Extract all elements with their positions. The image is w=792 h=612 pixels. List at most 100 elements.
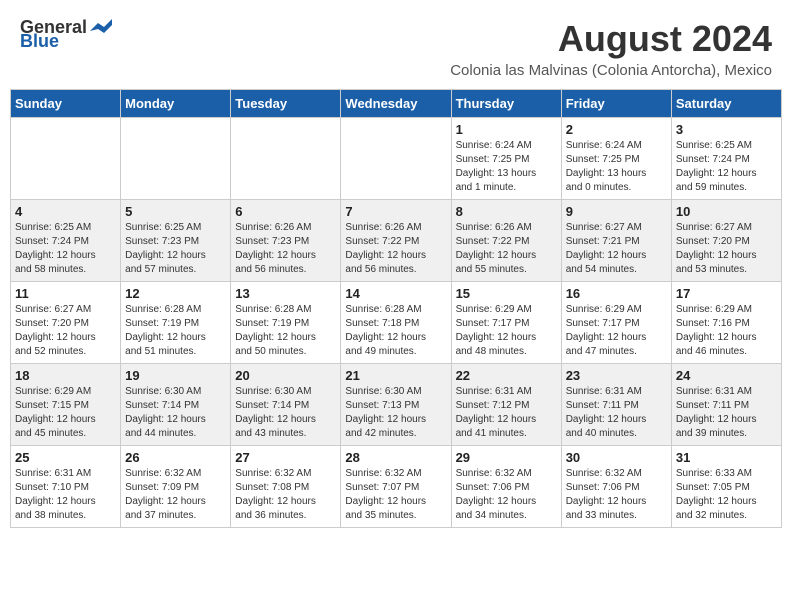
day-header-wednesday: Wednesday: [341, 90, 451, 118]
calendar-cell: 7 Sunrise: 6:26 AM Sunset: 7:22 PM Daylig…: [341, 200, 451, 282]
day-info: Sunrise: 6:28 AM Sunset: 7:18 PM Dayligh…: [345, 303, 446, 359]
calendar-cell: 24Sunrise: 6:31 AM Sunset: 7:11 PM Dayli…: [671, 364, 781, 446]
logo-bird-icon: [90, 19, 112, 35]
calendar-cell: 31 Sunrise: 6:33 AM Sunset: 7:05 PM Dayli…: [671, 446, 781, 528]
day-info: Sunrise: 6:31 AM Sunset: 7:10 PM Dayligh…: [15, 467, 116, 523]
day-info: Sunrise: 6:27 AM Sunset: 7:20 PM Dayligh…: [15, 303, 116, 359]
day-info: Sunrise: 6:27 AM Sunset: 7:21 PM Dayligh…: [566, 221, 667, 277]
calendar-cell: 8 Sunrise: 6:26 AM Sunset: 7:22 PM Daylig…: [451, 200, 561, 282]
day-number: 8: [456, 204, 557, 219]
day-number: 25: [15, 450, 116, 465]
day-info: Sunrise: 6:29 AM Sunset: 7:15 PM Dayligh…: [15, 385, 116, 441]
day-number: 28: [345, 450, 446, 465]
title-section: August 2024 Colonia las Malvinas (Coloni…: [450, 18, 772, 79]
day-info: Sunrise: 6:33 AM Sunset: 7:05 PM Dayligh…: [676, 467, 777, 523]
day-info: Sunrise: 6:31 AM Sunset: 7:11 PM Dayligh…: [566, 385, 667, 441]
day-number: 22: [456, 368, 557, 383]
calendar-cell: 4 Sunrise: 6:25 AM Sunset: 7:24 PM Daylig…: [11, 200, 121, 282]
day-number: 15: [456, 286, 557, 301]
calendar-week-row: 11 Sunrise: 6:27 AM Sunset: 7:20 PM Dayli…: [11, 282, 782, 364]
calendar-week-row: 1 Sunrise: 6:24 AM Sunset: 7:25 PM Daylig…: [11, 118, 782, 200]
day-info: Sunrise: 6:31 AM Sunset: 7:12 PM Dayligh…: [456, 385, 557, 441]
day-info: Sunrise: 6:32 AM Sunset: 7:06 PM Dayligh…: [456, 467, 557, 523]
day-info: Sunrise: 6:29 AM Sunset: 7:17 PM Dayligh…: [566, 303, 667, 359]
calendar-cell: 23 Sunrise: 6:31 AM Sunset: 7:11 PM Dayli…: [561, 364, 671, 446]
day-header-thursday: Thursday: [451, 90, 561, 118]
day-header-tuesday: Tuesday: [231, 90, 341, 118]
day-number: 2: [566, 122, 667, 137]
day-info: Sunrise: 6:25 AM Sunset: 7:23 PM Dayligh…: [125, 221, 226, 277]
day-number: 9: [566, 204, 667, 219]
logo: General Blue: [20, 18, 112, 50]
day-number: 7: [345, 204, 446, 219]
day-info: Sunrise: 6:32 AM Sunset: 7:06 PM Dayligh…: [566, 467, 667, 523]
calendar-cell: 25 Sunrise: 6:31 AM Sunset: 7:10 PM Dayli…: [11, 446, 121, 528]
day-number: 11: [15, 286, 116, 301]
calendar-cell: 10Sunrise: 6:27 AM Sunset: 7:20 PM Dayli…: [671, 200, 781, 282]
day-number: 23: [566, 368, 667, 383]
day-header-saturday: Saturday: [671, 90, 781, 118]
day-number: 21: [345, 368, 446, 383]
day-info: Sunrise: 6:24 AM Sunset: 7:25 PM Dayligh…: [456, 139, 557, 195]
day-number: 16: [566, 286, 667, 301]
day-header-sunday: Sunday: [11, 90, 121, 118]
day-header-friday: Friday: [561, 90, 671, 118]
calendar-cell: 12Sunrise: 6:28 AM Sunset: 7:19 PM Dayli…: [121, 282, 231, 364]
calendar-cell: 9 Sunrise: 6:27 AM Sunset: 7:21 PM Daylig…: [561, 200, 671, 282]
day-info: Sunrise: 6:26 AM Sunset: 7:22 PM Dayligh…: [345, 221, 446, 277]
day-number: 29: [456, 450, 557, 465]
day-header-monday: Monday: [121, 90, 231, 118]
calendar-week-row: 4 Sunrise: 6:25 AM Sunset: 7:24 PM Daylig…: [11, 200, 782, 282]
day-number: 12: [125, 286, 226, 301]
day-number: 19: [125, 368, 226, 383]
day-number: 1: [456, 122, 557, 137]
day-number: 14: [345, 286, 446, 301]
day-info: Sunrise: 6:30 AM Sunset: 7:13 PM Dayligh…: [345, 385, 446, 441]
day-number: 26: [125, 450, 226, 465]
calendar-cell: 22 Sunrise: 6:31 AM Sunset: 7:12 PM Dayli…: [451, 364, 561, 446]
calendar-cell: 30Sunrise: 6:32 AM Sunset: 7:06 PM Dayli…: [561, 446, 671, 528]
calendar-cell: 2 Sunrise: 6:24 AM Sunset: 7:25 PM Daylig…: [561, 118, 671, 200]
calendar-cell: 6 Sunrise: 6:26 AM Sunset: 7:23 PM Daylig…: [231, 200, 341, 282]
calendar-cell: 14 Sunrise: 6:28 AM Sunset: 7:18 PM Dayli…: [341, 282, 451, 364]
day-number: 27: [235, 450, 336, 465]
calendar-header-row: SundayMondayTuesdayWednesdayThursdayFrid…: [11, 90, 782, 118]
calendar-table: SundayMondayTuesdayWednesdayThursdayFrid…: [10, 89, 782, 528]
calendar-cell: 28 Sunrise: 6:32 AM Sunset: 7:07 PM Dayli…: [341, 446, 451, 528]
day-number: 31: [676, 450, 777, 465]
calendar-cell: [231, 118, 341, 200]
calendar-week-row: 25 Sunrise: 6:31 AM Sunset: 7:10 PM Dayli…: [11, 446, 782, 528]
day-number: 20: [235, 368, 336, 383]
day-info: Sunrise: 6:26 AM Sunset: 7:23 PM Dayligh…: [235, 221, 336, 277]
calendar-cell: 13 Sunrise: 6:28 AM Sunset: 7:19 PM Dayli…: [231, 282, 341, 364]
day-info: Sunrise: 6:32 AM Sunset: 7:07 PM Dayligh…: [345, 467, 446, 523]
day-info: Sunrise: 6:26 AM Sunset: 7:22 PM Dayligh…: [456, 221, 557, 277]
day-number: 4: [15, 204, 116, 219]
page-header: General Blue August 2024 Colonia las Mal…: [10, 10, 782, 83]
calendar-cell: 19 Sunrise: 6:30 AM Sunset: 7:14 PM Dayli…: [121, 364, 231, 446]
day-info: Sunrise: 6:24 AM Sunset: 7:25 PM Dayligh…: [566, 139, 667, 195]
calendar-cell: [341, 118, 451, 200]
calendar-cell: 18 Sunrise: 6:29 AM Sunset: 7:15 PM Dayli…: [11, 364, 121, 446]
calendar-cell: 27Sunrise: 6:32 AM Sunset: 7:08 PM Dayli…: [231, 446, 341, 528]
day-number: 10: [676, 204, 777, 219]
day-info: Sunrise: 6:28 AM Sunset: 7:19 PM Dayligh…: [235, 303, 336, 359]
calendar-cell: [121, 118, 231, 200]
calendar-cell: 5 Sunrise: 6:25 AM Sunset: 7:23 PM Daylig…: [121, 200, 231, 282]
calendar-cell: [11, 118, 121, 200]
calendar-cell: 15Sunrise: 6:29 AM Sunset: 7:17 PM Dayli…: [451, 282, 561, 364]
calendar-week-row: 18 Sunrise: 6:29 AM Sunset: 7:15 PM Dayli…: [11, 364, 782, 446]
day-info: Sunrise: 6:30 AM Sunset: 7:14 PM Dayligh…: [125, 385, 226, 441]
subtitle: Colonia las Malvinas (Colonia Antorcha),…: [450, 62, 772, 79]
day-number: 13: [235, 286, 336, 301]
day-number: 5: [125, 204, 226, 219]
day-number: 3: [676, 122, 777, 137]
calendar-cell: 29 Sunrise: 6:32 AM Sunset: 7:06 PM Dayli…: [451, 446, 561, 528]
day-info: Sunrise: 6:25 AM Sunset: 7:24 PM Dayligh…: [15, 221, 116, 277]
day-number: 24: [676, 368, 777, 383]
day-number: 18: [15, 368, 116, 383]
day-number: 6: [235, 204, 336, 219]
calendar-cell: 26Sunrise: 6:32 AM Sunset: 7:09 PM Dayli…: [121, 446, 231, 528]
day-info: Sunrise: 6:25 AM Sunset: 7:24 PM Dayligh…: [676, 139, 777, 195]
day-info: Sunrise: 6:30 AM Sunset: 7:14 PM Dayligh…: [235, 385, 336, 441]
